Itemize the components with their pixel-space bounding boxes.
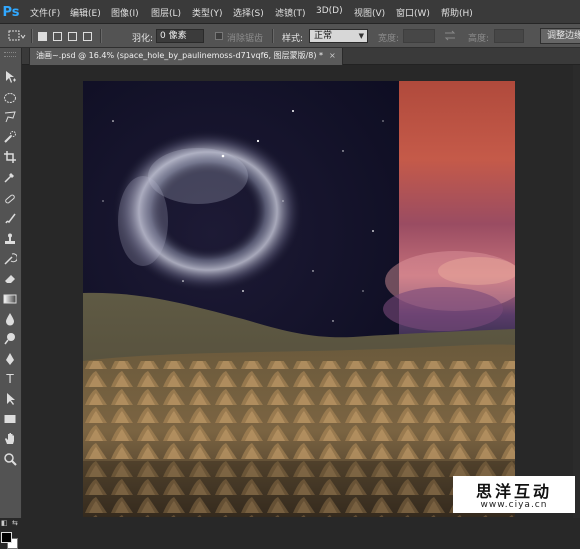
quick-selection-tool-icon[interactable] — [1, 128, 19, 146]
brush-tool-icon[interactable] — [1, 210, 19, 228]
intersect-selection-icon[interactable] — [83, 32, 92, 41]
height-label: 高度: — [468, 34, 490, 44]
menu-image[interactable]: 图像(I) — [111, 6, 139, 19]
menu-edit[interactable]: 编辑(E) — [70, 6, 101, 19]
panel-grip[interactable] — [4, 52, 16, 57]
feather-label: 羽化: — [132, 34, 154, 44]
swap-colors-icon[interactable]: ⇆ — [12, 519, 18, 527]
menu-filter[interactable]: 滤镜(T) — [275, 6, 306, 19]
style-select-value: 正常 — [314, 31, 333, 41]
chevron-down-icon: ▼ — [358, 32, 364, 40]
rectangle-tool-icon[interactable] — [1, 410, 19, 428]
style-label: 样式: — [282, 34, 304, 44]
marquee-preset-icon[interactable] — [8, 29, 26, 42]
close-icon[interactable]: × — [329, 51, 336, 60]
marquee-tool-icon[interactable] — [1, 89, 19, 107]
antialias-checkbox[interactable] — [215, 32, 223, 40]
type-tool-icon[interactable]: T — [1, 370, 19, 388]
default-colors-icon[interactable]: ◧ — [1, 519, 8, 527]
document-tab-title: 油画~.psd @ 16.4% (space_hole_by_paulinemo… — [36, 51, 324, 60]
antialias-label: 消除锯齿 — [227, 34, 264, 44]
zoom-tool-icon[interactable] — [1, 450, 19, 468]
gradient-tool-icon[interactable] — [1, 290, 19, 308]
menu-window[interactable]: 窗口(W) — [396, 6, 430, 19]
clone-stamp-tool-icon[interactable] — [1, 230, 19, 248]
menu-layer[interactable]: 图层(L) — [151, 6, 181, 19]
pen-tool-icon[interactable] — [1, 350, 19, 368]
separator — [100, 29, 102, 43]
blur-tool-icon[interactable] — [1, 310, 19, 328]
history-brush-tool-icon[interactable] — [1, 250, 19, 268]
document-tab-bar: 油画~.psd @ 16.4% (space_hole_by_paulinemo… — [22, 48, 580, 65]
workspace — [22, 65, 580, 518]
separator — [272, 29, 274, 43]
feather-input[interactable]: 0 像素 — [156, 29, 204, 43]
hand-tool-icon[interactable] — [1, 430, 19, 448]
style-select[interactable]: 正常 ▼ — [309, 29, 368, 43]
menu-help[interactable]: 帮助(H) — [441, 6, 473, 19]
foreground-color-swatch[interactable] — [1, 532, 12, 543]
menu-select[interactable]: 选择(S) — [233, 6, 264, 19]
menu-3d[interactable]: 3D(D) — [316, 6, 343, 16]
watermark-title: 思洋互动 — [475, 482, 552, 501]
photoshop-logo: Ps — [2, 4, 20, 20]
swap-icon[interactable] — [443, 29, 457, 42]
watermark-url: www.ciya.cn — [480, 500, 548, 510]
dodge-tool-icon[interactable] — [1, 330, 19, 348]
subtract-selection-icon[interactable] — [68, 32, 77, 41]
vertical-scrollbar[interactable] — [573, 65, 580, 518]
new-selection-icon[interactable] — [38, 32, 47, 41]
separator — [31, 29, 33, 43]
document-tab[interactable]: 油画~.psd @ 16.4% (space_hole_by_paulinemo… — [29, 48, 343, 65]
menu-file[interactable]: 文件(F) — [30, 6, 60, 19]
crop-tool-icon[interactable] — [1, 148, 19, 166]
menu-bar: Ps 文件(F) 编辑(E) 图像(I) 图层(L) 类型(Y) 选择(S) 滤… — [0, 0, 580, 24]
height-input[interactable] — [494, 29, 524, 43]
lasso-tool-icon[interactable] — [1, 108, 19, 126]
add-selection-icon[interactable] — [53, 32, 62, 41]
menu-view[interactable]: 视图(V) — [354, 6, 385, 19]
tools-panel: T ◧ ⇆ — [0, 48, 22, 549]
width-label: 宽度: — [378, 34, 400, 44]
eyedropper-tool-icon[interactable] — [1, 168, 19, 186]
refine-edge-button[interactable]: 调整边缘 — [540, 28, 580, 44]
menu-type[interactable]: 类型(Y) — [192, 6, 223, 19]
eraser-tool-icon[interactable] — [1, 270, 19, 288]
width-input[interactable] — [403, 29, 435, 43]
canvas-artwork — [83, 81, 515, 517]
spot-healing-tool-icon[interactable] — [1, 190, 19, 208]
move-tool-icon[interactable] — [1, 68, 19, 86]
path-selection-tool-icon[interactable] — [1, 390, 19, 408]
options-bar: 羽化: 0 像素 消除锯齿 样式: 正常 ▼ 宽度: 高度: 调整边缘 — [0, 24, 580, 48]
document-canvas[interactable] — [83, 81, 515, 517]
watermark: 思洋互动 www.ciya.cn — [453, 476, 575, 513]
